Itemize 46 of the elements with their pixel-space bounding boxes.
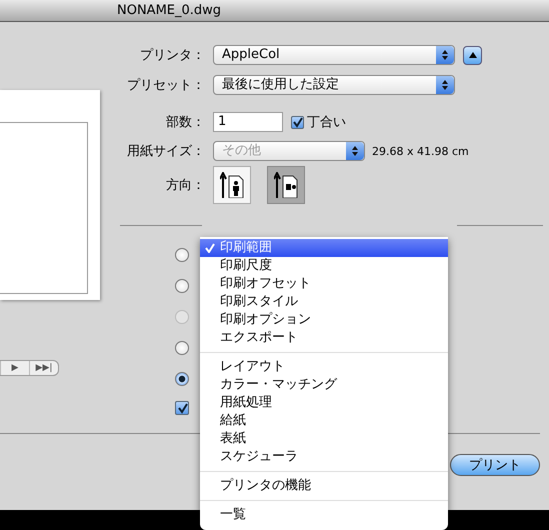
radio-button[interactable] [175,341,189,355]
collate-checkbox[interactable] [291,116,304,128]
stepper-icon [436,76,454,94]
portrait-icon [220,172,244,198]
landscape-icon [274,172,298,198]
paper-dimensions: 29.68 x 41.98 cm [372,144,469,158]
menu-item[interactable]: 印刷範囲 [200,239,448,257]
menu-item[interactable]: エクスポート [200,329,448,347]
radio-button[interactable] [175,279,189,293]
radio-button[interactable] [175,372,189,386]
menu-item[interactable]: 印刷オプション [200,311,448,329]
menu-item[interactable]: 給紙 [200,412,448,430]
menu-item[interactable]: 一覧 [200,506,448,524]
radio-button[interactable] [175,248,189,262]
preset-popup[interactable]: 最後に使用した設定 [213,75,455,95]
orientation-button[interactable] [267,166,305,204]
field-label: プリンタ： [139,47,205,64]
menu-item[interactable]: カラー・マッチング [200,376,448,394]
menu-item[interactable]: プリンタの機能 [200,477,448,495]
pager-button[interactable]: ▶▶| [29,361,58,375]
field-label: 部数： [165,114,205,131]
menu-item[interactable]: レイアウト [200,358,448,376]
menu-item[interactable]: 表紙 [200,430,448,448]
menu-item[interactable]: 印刷スタイル [200,293,448,311]
pager-button[interactable]: ▶ [0,361,29,375]
menu-item[interactable]: スケジューラ [200,448,448,466]
triangle-icon [468,52,476,58]
copies-field[interactable]: 1 [213,112,283,132]
printer-popup[interactable]: AppleCol [213,45,455,65]
window-title: NONAME_0.dwg [0,0,549,22]
stepper-icon [346,142,364,160]
menu-item[interactable]: 印刷尺度 [200,257,448,275]
checkmark-icon [205,243,215,253]
disclosure-button[interactable] [463,46,482,64]
field-label: プリセット： [126,77,205,94]
checkbox[interactable] [175,401,189,415]
field-label: 方向： [165,177,205,194]
checkmark-icon [176,402,188,414]
menu-item[interactable]: 用紙処理 [200,394,448,412]
field-label: 用紙サイズ： [126,143,205,160]
collate-label: 丁合い [307,114,346,131]
print-button[interactable]: プリント [450,454,540,476]
orientation-button[interactable] [213,166,251,204]
stepper-icon [436,46,454,64]
menu-item[interactable]: 印刷オフセット [200,275,448,293]
checkmark-icon [292,116,303,128]
